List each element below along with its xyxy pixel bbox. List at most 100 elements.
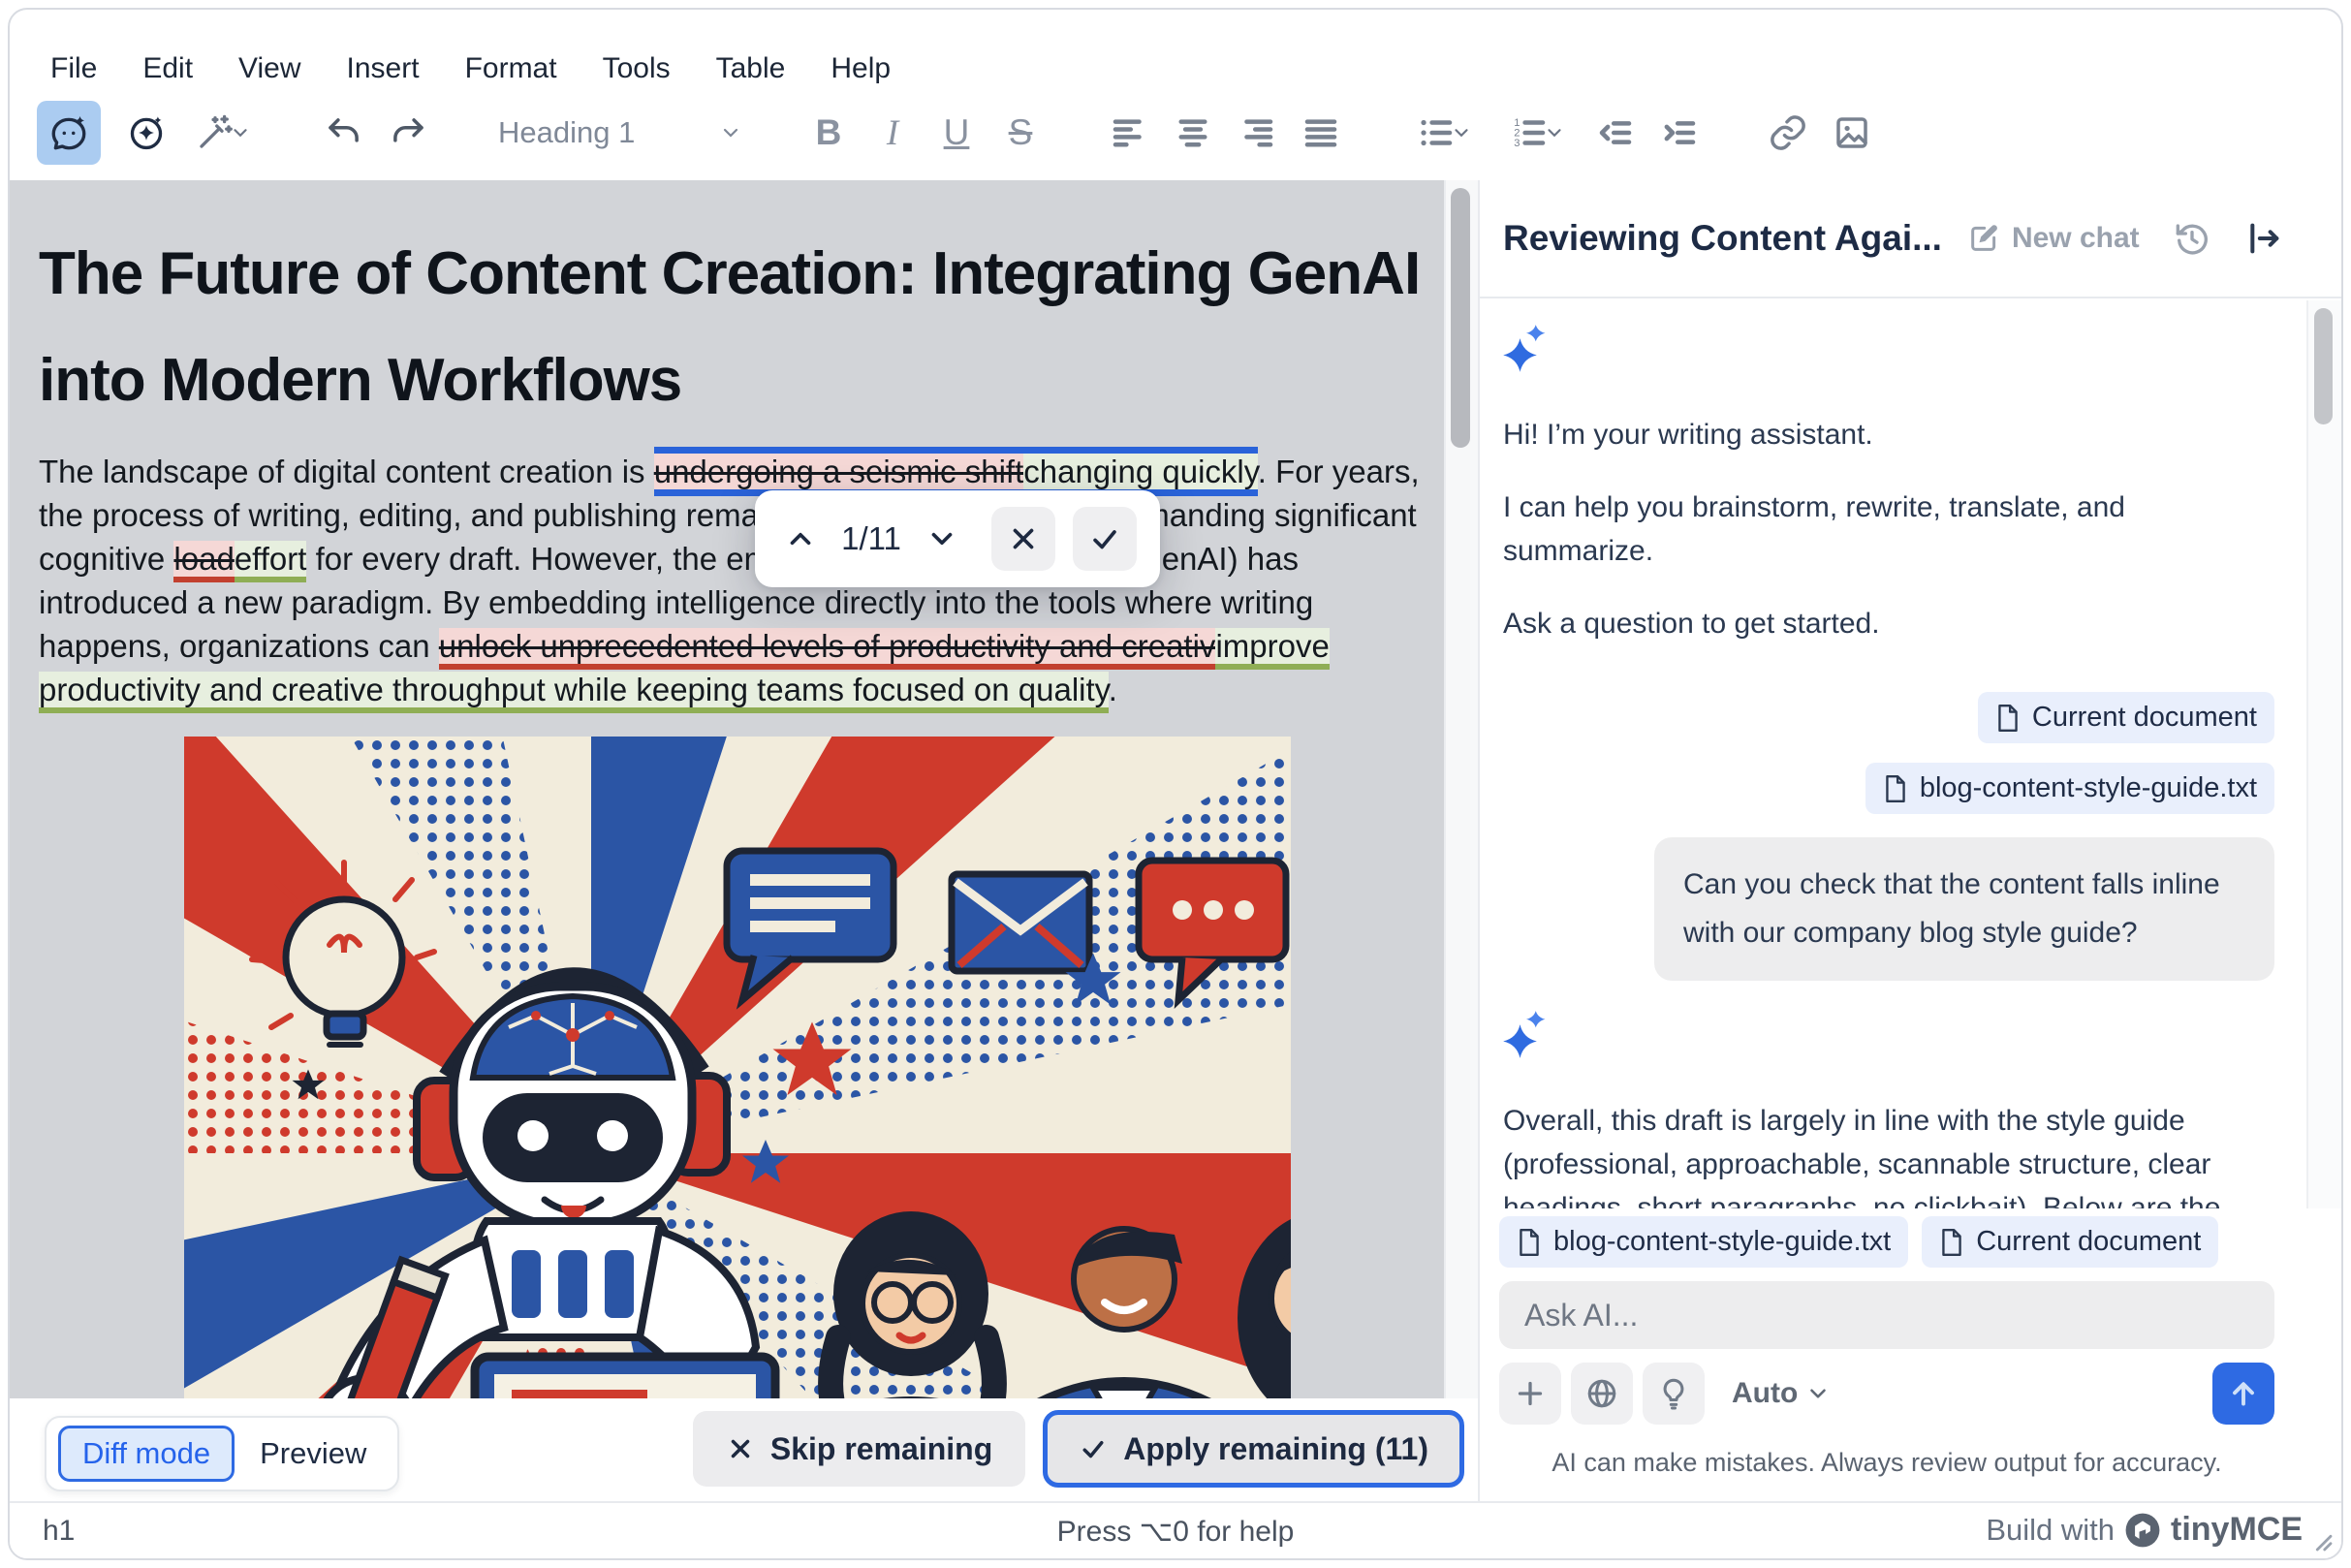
document-body[interactable]: The Future of Content Creation: Integrat… — [10, 180, 1478, 1398]
menu-file[interactable]: File — [50, 52, 97, 85]
document-icon — [1517, 1228, 1542, 1257]
image-button[interactable] — [1820, 101, 1884, 165]
menubar: File Edit View Insert Format Tools Table… — [10, 10, 2341, 93]
diff-mode-button[interactable]: Diff mode — [58, 1426, 235, 1482]
ai-review-button[interactable] — [114, 101, 178, 165]
link-button[interactable] — [1756, 101, 1820, 165]
previous-change-button[interactable] — [778, 517, 823, 561]
skip-remaining-button[interactable]: Skip remaining — [692, 1411, 1026, 1487]
check-icon — [1079, 1434, 1108, 1463]
ai-sparkles-icon — [1503, 324, 2274, 374]
underline-button[interactable]: U — [925, 101, 988, 165]
attachment-chip-style-guide[interactable]: blog-content-style-guide.txt — [1865, 763, 2274, 814]
align-right-button[interactable] — [1225, 101, 1289, 165]
chevron-down-icon — [1544, 122, 1565, 143]
paragraph-text: The landscape of digital content creatio… — [39, 454, 654, 489]
ai-response: Overall, this draft is largely in line w… — [1503, 1105, 2221, 1208]
chat-scrollbar[interactable] — [2306, 300, 2341, 1208]
web-search-button[interactable] — [1571, 1363, 1633, 1425]
resize-grip-icon[interactable] — [2306, 1525, 2335, 1554]
accept-change-button[interactable] — [1073, 507, 1137, 571]
close-icon — [1007, 522, 1040, 555]
ai-greeting-2: I can help you brainstorm, rewrite, tran… — [1503, 491, 2125, 567]
editor-content-area[interactable]: The Future of Content Creation: Integrat… — [10, 180, 1478, 1398]
menu-insert[interactable]: Insert — [347, 52, 420, 85]
chevron-down-icon — [719, 121, 742, 144]
element-path[interactable]: h1 — [43, 1515, 75, 1548]
composer-chip-current-document[interactable]: Current document — [1922, 1216, 2219, 1268]
align-justify-button[interactable] — [1289, 101, 1353, 165]
diff-insertion-active[interactable]: changing quickly — [1023, 447, 1258, 496]
chevron-down-icon — [1451, 122, 1472, 143]
document-title[interactable]: The Future of Content Creation: Integrat… — [39, 221, 1425, 434]
undo-button[interactable] — [312, 101, 376, 165]
toolbar: Heading 1 B I U S 123 — [10, 85, 2341, 182]
chat-scrollbar-thumb[interactable] — [2314, 308, 2333, 424]
chat-title: Reviewing Content Agai... — [1503, 218, 1942, 258]
strikethrough-icon: S — [1008, 112, 1033, 152]
composer-chip-style-guide[interactable]: blog-content-style-guide.txt — [1499, 1216, 1909, 1268]
attachment-chip-current-document[interactable]: Current document — [1977, 692, 2274, 743]
menu-tools[interactable]: Tools — [603, 52, 671, 85]
diff-deletion[interactable]: load — [173, 541, 235, 582]
image-icon — [1832, 112, 1872, 153]
diff-action-bar: Diff mode Preview Skip remaining Apply r… — [10, 1398, 1478, 1505]
align-left-button[interactable] — [1097, 101, 1161, 165]
diff-insertion[interactable]: effort — [234, 541, 307, 582]
menu-format[interactable]: Format — [465, 52, 557, 85]
apply-remaining-button[interactable]: Apply remaining (11) — [1043, 1410, 1464, 1488]
chevron-down-icon — [230, 122, 251, 143]
chat-composer: blog-content-style-guide.txt Current doc… — [1480, 1208, 2341, 1501]
outdent-button[interactable] — [1583, 101, 1647, 165]
skip-remaining-label: Skip remaining — [769, 1430, 993, 1466]
ai-disclaimer: AI can make mistakes. Always review outp… — [1552, 1448, 2222, 1477]
align-center-button[interactable] — [1161, 101, 1225, 165]
compose-icon — [1967, 222, 2000, 255]
menu-table[interactable]: Table — [716, 52, 786, 85]
menu-help[interactable]: Help — [831, 52, 891, 85]
underline-icon: U — [943, 112, 970, 152]
align-left-icon — [1109, 112, 1149, 153]
align-center-icon — [1173, 112, 1213, 153]
diff-deletion[interactable]: unlock unprecedented levels of productiv… — [438, 628, 1216, 670]
preview-button[interactable]: Preview — [240, 1428, 386, 1479]
strikethrough-button[interactable]: S — [988, 101, 1052, 165]
collapse-panel-button[interactable] — [2244, 219, 2283, 258]
suggestions-button[interactable] — [1643, 1363, 1705, 1425]
document-icon — [1939, 1228, 1964, 1257]
reject-change-button[interactable] — [991, 507, 1055, 571]
ai-chat-panel: Reviewing Content Agai... New chat Hi! I… — [1478, 180, 2341, 1501]
indent-button[interactable] — [1647, 101, 1711, 165]
menu-edit[interactable]: Edit — [142, 52, 193, 85]
lightbulb-icon — [1656, 1376, 1691, 1411]
next-change-button[interactable] — [920, 517, 964, 561]
bold-button[interactable]: B — [797, 101, 861, 165]
bullet-list-button[interactable] — [1397, 101, 1490, 165]
ai-assistant-button[interactable] — [37, 101, 101, 165]
ai-shortcuts-button[interactable] — [178, 101, 267, 165]
chat-history-button[interactable] — [2173, 219, 2211, 258]
branding[interactable]: Build with tinyMCE — [1986, 1511, 2303, 1549]
send-button[interactable] — [2212, 1363, 2274, 1425]
document-paragraph[interactable]: The landscape of digital content creatio… — [39, 447, 1423, 713]
editor-scrollbar[interactable] — [1444, 180, 1478, 1398]
add-attachment-button[interactable] — [1499, 1363, 1561, 1425]
ask-ai-input[interactable] — [1499, 1281, 2274, 1349]
numbered-list-button[interactable]: 123 — [1490, 101, 1583, 165]
ai-chat-bubble-icon — [48, 112, 89, 153]
chat-message-list[interactable]: Hi! I’m your writing assistant. I can he… — [1480, 298, 2341, 1208]
diff-navigation-popup: 1/11 — [755, 490, 1160, 587]
new-chat-button[interactable]: New chat — [1967, 222, 2140, 255]
chat-header: Reviewing Content Agai... New chat — [1480, 180, 2341, 298]
ai-mode-select[interactable]: Auto — [1732, 1377, 1831, 1410]
italic-button[interactable]: I — [861, 101, 925, 165]
editor-scrollbar-thumb[interactable] — [1451, 188, 1470, 448]
redo-button[interactable] — [376, 101, 440, 165]
view-mode-toggle: Diff mode Preview — [45, 1416, 400, 1491]
menu-view[interactable]: View — [238, 52, 300, 85]
close-icon — [726, 1434, 755, 1463]
accessibility-help: Press ⌥0 for help — [1056, 1516, 1295, 1548]
diff-deletion-active[interactable]: undergoing a seismic shift — [653, 447, 1024, 496]
paragraph-text: . — [1108, 672, 1117, 707]
format-select[interactable]: Heading 1 — [485, 101, 752, 165]
